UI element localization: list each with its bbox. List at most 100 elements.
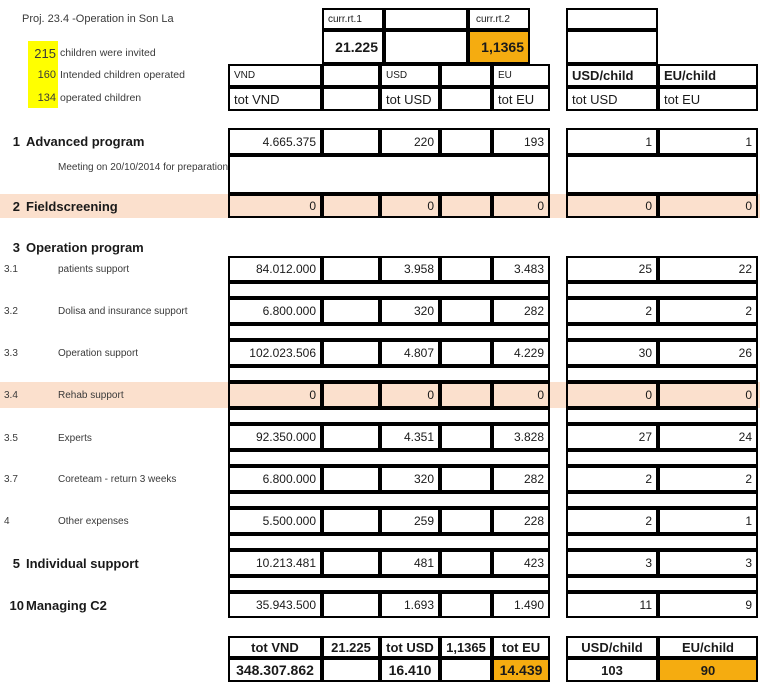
cell-usd-patients-support[interactable]: 3.958 (380, 256, 440, 282)
cell-spacer2-individual-support[interactable] (440, 550, 492, 576)
cell-euchild-operation-support[interactable]: 26 (658, 340, 758, 366)
cell-spacer2-managing-c2[interactable] (440, 592, 492, 618)
cell-usd-coreteam[interactable]: 320 (380, 466, 440, 492)
cell-eu-dolisa-support[interactable]: 282 (492, 298, 550, 324)
cell-vnd-patients-support[interactable]: 84.012.000 (228, 256, 322, 282)
cell-gap-after-3-4[interactable] (228, 408, 550, 424)
cell-gap-after-3-1[interactable] (228, 282, 550, 298)
cell-usd-dolisa-support[interactable]: 320 (380, 298, 440, 324)
footer-value-tot-vnd[interactable]: 348.307.862 (228, 658, 322, 682)
cell-usdchild-experts[interactable]: 27 (566, 424, 658, 450)
cell-usdchild-dolisa-support[interactable]: 2 (566, 298, 658, 324)
cell-eu-patients-support[interactable]: 3.483 (492, 256, 550, 282)
cell-spacer1-managing-c2[interactable] (322, 592, 380, 618)
cell-usdchild-fieldscreening[interactable]: 0 (566, 194, 658, 218)
cell-spacer2-fieldscreening[interactable] (440, 194, 492, 218)
cell-gap-after-3-7[interactable] (228, 492, 550, 508)
cell-spacer1-operation-support[interactable] (322, 340, 380, 366)
cell-gap-after-3-7-perchild[interactable] (566, 492, 758, 508)
cell-usdchild-managing-c2[interactable]: 11 (566, 592, 658, 618)
cell-euchild-coreteam[interactable]: 2 (658, 466, 758, 492)
cell-usd-individual-support[interactable]: 481 (380, 550, 440, 576)
cell-vnd-rehab-support[interactable]: 0 (228, 382, 322, 408)
cell-euchild-patients-support[interactable]: 22 (658, 256, 758, 282)
cell-usd-fieldscreening[interactable]: 0 (380, 194, 440, 218)
cell-spacer1-other-expenses[interactable] (322, 508, 380, 534)
cell-spacer1-advanced-program[interactable] (322, 128, 380, 155)
cell-gap-after-4-perchild[interactable] (566, 534, 758, 550)
cell-eu-individual-support[interactable]: 423 (492, 550, 550, 576)
cell-vnd-managing-c2[interactable]: 35.943.500 (228, 592, 322, 618)
cell-blank-row-note[interactable] (228, 155, 550, 194)
cell-spacer2-other-expenses[interactable] (440, 508, 492, 534)
cell-usdchild-individual-support[interactable]: 3 (566, 550, 658, 576)
cell-vnd-fieldscreening[interactable]: 0 (228, 194, 322, 218)
cell-spacer1-fieldscreening[interactable] (322, 194, 380, 218)
cell-eu-other-expenses[interactable]: 228 (492, 508, 550, 534)
cell-eu-operation-support[interactable]: 4.229 (492, 340, 550, 366)
cell-gap-after-3-1-perchild[interactable] (566, 282, 758, 298)
cell-gap-after-3-2[interactable] (228, 324, 550, 340)
footer-value-usd-per-child[interactable]: 103 (566, 658, 658, 682)
footer-value-spacer-1[interactable] (322, 658, 380, 682)
cell-usd-other-expenses[interactable]: 259 (380, 508, 440, 534)
cell-spacer1-dolisa-support[interactable] (322, 298, 380, 324)
cell-spacer1-coreteam[interactable] (322, 466, 380, 492)
cell-vnd-dolisa-support[interactable]: 6.800.000 (228, 298, 322, 324)
cell-eu-coreteam[interactable]: 282 (492, 466, 550, 492)
cell-gap-after-5-perchild[interactable] (566, 576, 758, 592)
cell-gap-after-3-2-perchild[interactable] (566, 324, 758, 340)
cell-eu-advanced-program[interactable]: 193 (492, 128, 550, 155)
cell-vnd-coreteam[interactable]: 6.800.000 (228, 466, 322, 492)
cell-gap-after-3-4-perchild[interactable] (566, 408, 758, 424)
cell-vnd-advanced-program[interactable]: 4.665.375 (228, 128, 322, 155)
cell-gap-after-5[interactable] (228, 576, 550, 592)
cell-gap-after-3-3[interactable] (228, 366, 550, 382)
cell-usdchild-other-expenses[interactable]: 2 (566, 508, 658, 534)
cell-blank-row-note-perchild[interactable] (566, 155, 758, 194)
cell-eu-rehab-support[interactable]: 0 (492, 382, 550, 408)
footer-value-tot-usd[interactable]: 16.410 (380, 658, 440, 682)
cell-euchild-individual-support[interactable]: 3 (658, 550, 758, 576)
cell-spacer2-experts[interactable] (440, 424, 492, 450)
cell-euchild-fieldscreening[interactable]: 0 (658, 194, 758, 218)
cell-spacer2-patients-support[interactable] (440, 256, 492, 282)
cell-euchild-managing-c2[interactable]: 9 (658, 592, 758, 618)
cell-gap-after-3-5[interactable] (228, 450, 550, 466)
cell-spacer2-operation-support[interactable] (440, 340, 492, 366)
cell-spacer2-dolisa-support[interactable] (440, 298, 492, 324)
cell-usd-managing-c2[interactable]: 1.693 (380, 592, 440, 618)
cell-usd-advanced-program[interactable]: 220 (380, 128, 440, 155)
cell-eu-experts[interactable]: 3.828 (492, 424, 550, 450)
cell-vnd-other-expenses[interactable]: 5.500.000 (228, 508, 322, 534)
cell-spacer1-experts[interactable] (322, 424, 380, 450)
cell-gap-after-3-3-perchild[interactable] (566, 366, 758, 382)
cell-euchild-experts[interactable]: 24 (658, 424, 758, 450)
cell-vnd-experts[interactable]: 92.350.000 (228, 424, 322, 450)
cell-spacer1-patients-support[interactable] (322, 256, 380, 282)
footer-value-spacer-2[interactable] (440, 658, 492, 682)
cell-usd-operation-support[interactable]: 4.807 (380, 340, 440, 366)
cell-usdchild-coreteam[interactable]: 2 (566, 466, 658, 492)
cell-spacer1-rehab-support[interactable] (322, 382, 380, 408)
footer-value-eu-per-child[interactable]: 90 (658, 658, 758, 682)
cell-vnd-individual-support[interactable]: 10.213.481 (228, 550, 322, 576)
cell-euchild-dolisa-support[interactable]: 2 (658, 298, 758, 324)
cell-usd-rehab-support[interactable]: 0 (380, 382, 440, 408)
cell-usdchild-patients-support[interactable]: 25 (566, 256, 658, 282)
cell-usdchild-operation-support[interactable]: 30 (566, 340, 658, 366)
cell-eu-managing-c2[interactable]: 1.490 (492, 592, 550, 618)
footer-value-tot-eu[interactable]: 14.439 (492, 658, 550, 682)
cell-gap-after-4[interactable] (228, 534, 550, 550)
cell-spacer1-individual-support[interactable] (322, 550, 380, 576)
cell-usd-experts[interactable]: 4.351 (380, 424, 440, 450)
cell-spacer2-coreteam[interactable] (440, 466, 492, 492)
cell-spacer2-rehab-support[interactable] (440, 382, 492, 408)
cell-spacer2-advanced-program[interactable] (440, 128, 492, 155)
cell-euchild-rehab-support[interactable]: 0 (658, 382, 758, 408)
cell-usdchild-advanced-program[interactable]: 1 (566, 128, 658, 155)
cell-gap-after-3-5-perchild[interactable] (566, 450, 758, 466)
cell-usdchild-rehab-support[interactable]: 0 (566, 382, 658, 408)
cell-euchild-other-expenses[interactable]: 1 (658, 508, 758, 534)
cell-euchild-advanced-program[interactable]: 1 (658, 128, 758, 155)
